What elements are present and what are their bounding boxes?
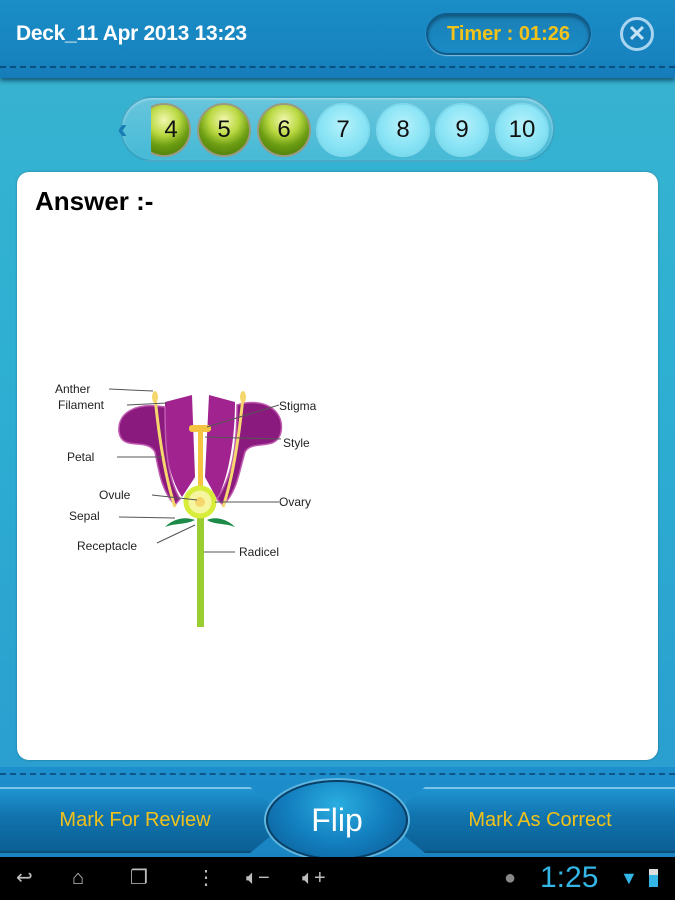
close-icon: ✕ bbox=[627, 21, 647, 46]
label-petal: Petal bbox=[67, 450, 94, 464]
previous-pages-button[interactable]: ‹‹ bbox=[118, 112, 152, 146]
mark-for-review-button[interactable]: Mark For Review bbox=[0, 787, 290, 853]
deck-title: Deck_11 Apr 2013 13:23 bbox=[16, 22, 247, 45]
stem bbox=[197, 512, 204, 627]
system-clock: 1:25 bbox=[540, 861, 599, 894]
page-number: 10 bbox=[508, 116, 536, 143]
page-number: 8 bbox=[396, 116, 410, 143]
mark-as-correct-label: Mark As Correct bbox=[468, 808, 612, 831]
mark-as-correct-button[interactable]: Mark As Correct bbox=[385, 787, 675, 853]
label-stigma: Stigma bbox=[279, 399, 317, 413]
flip-button[interactable]: Flip bbox=[266, 780, 408, 860]
answer-heading: Answer :- bbox=[35, 186, 154, 216]
wifi-icon: ▼ bbox=[620, 868, 638, 888]
label-ovule: Ovule bbox=[99, 488, 131, 502]
back-icon[interactable]: ↩ bbox=[16, 865, 33, 891]
close-button[interactable]: ✕ bbox=[620, 17, 654, 51]
label-ovary: Ovary bbox=[279, 495, 311, 509]
page-ball-10[interactable]: 10 bbox=[495, 103, 549, 157]
battery-icon bbox=[649, 869, 658, 887]
label-receptacle: Receptacle bbox=[77, 539, 137, 553]
page-ball-7[interactable]: 7 bbox=[316, 103, 370, 157]
anther-left bbox=[152, 391, 158, 403]
system-navigation-bar: ↩ ⌂ ❐ ⋮ 🔈︎− 🔈︎+ ● 1:25 ▼ bbox=[0, 857, 675, 900]
label-sepal: Sepal bbox=[69, 509, 100, 523]
recent-apps-icon[interactable]: ❐ bbox=[130, 865, 148, 891]
home-icon[interactable]: ⌂ bbox=[72, 865, 84, 891]
volume-down-icon[interactable]: 🔈︎− bbox=[246, 865, 270, 891]
mark-for-review-label: Mark For Review bbox=[59, 808, 211, 831]
flip-label: Flip bbox=[311, 801, 363, 838]
label-style: Style bbox=[283, 436, 310, 450]
sepal-right bbox=[207, 518, 235, 527]
ovule bbox=[195, 497, 205, 507]
timer-display: Timer : 01:26 bbox=[426, 13, 591, 55]
volume-up-icon[interactable]: 🔈︎+ bbox=[302, 865, 326, 891]
page-number: 4 bbox=[164, 116, 178, 143]
page-ball-5[interactable]: 5 bbox=[197, 103, 251, 157]
android-icon: ● bbox=[504, 867, 517, 889]
page-ball-8[interactable]: 8 bbox=[376, 103, 430, 157]
label-filament: Filament bbox=[58, 398, 105, 412]
bottom-stitch-divider bbox=[0, 773, 675, 775]
label-anther: Anther bbox=[55, 382, 90, 396]
label-radicel: Radicel bbox=[239, 545, 279, 559]
sepal-left bbox=[165, 518, 195, 527]
page-ball-6[interactable]: 6 bbox=[257, 103, 311, 157]
anther-right bbox=[240, 391, 246, 403]
stigma bbox=[189, 425, 211, 432]
page-number: 7 bbox=[336, 116, 350, 143]
menu-dots-icon[interactable]: ⋮ bbox=[196, 865, 216, 891]
page-ball-9[interactable]: 9 bbox=[435, 103, 489, 157]
page-number: 6 bbox=[277, 116, 291, 143]
page-number: 5 bbox=[217, 116, 231, 143]
flashcard: Answer :- Anther Filament Petal Ovule Se… bbox=[17, 172, 658, 760]
page-number: 9 bbox=[455, 116, 469, 143]
flower-diagram: Anther Filament Petal Ovule Sepal Recept… bbox=[55, 382, 317, 627]
header-stitch-divider bbox=[0, 66, 675, 68]
